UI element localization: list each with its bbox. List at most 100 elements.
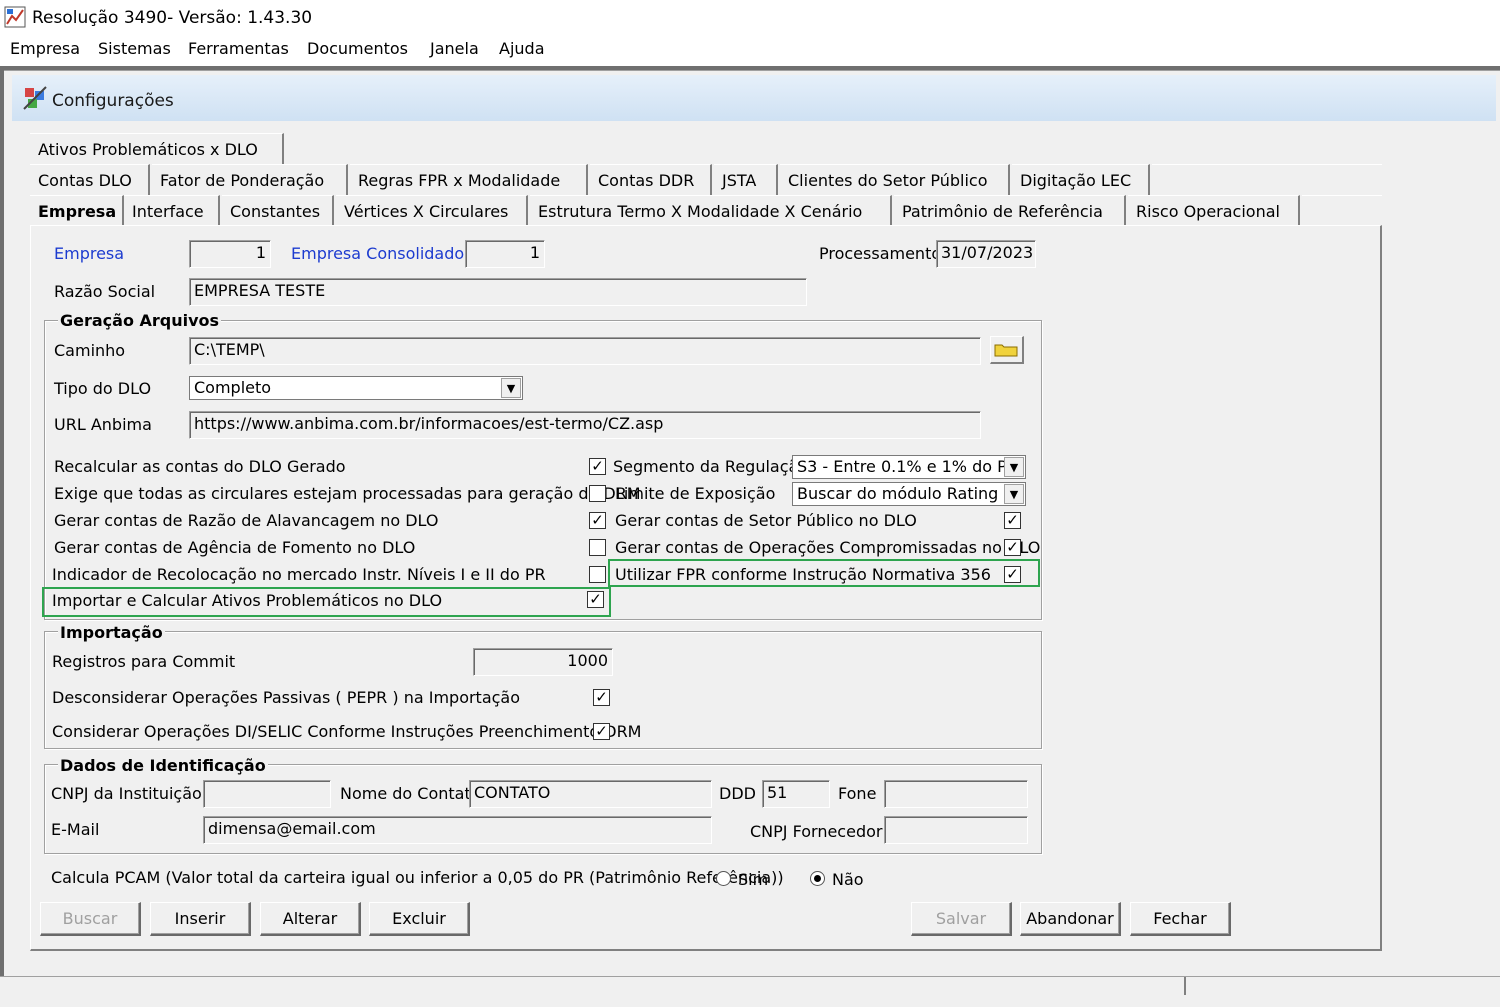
tab-contas-ddr[interactable]: Contas DDR (590, 164, 712, 195)
checkbox-recolocacao[interactable] (589, 566, 606, 583)
limite-exposicao-select[interactable]: Buscar do módulo Rating ▼ (792, 482, 1026, 506)
segmento-regulacao-value: S3 - Entre 0.1% e 1% do PIB (797, 457, 1023, 476)
email-label: E-Mail (51, 820, 100, 839)
caminho-field[interactable]: C:\TEMP\ (189, 337, 981, 365)
inserir-button[interactable]: Inserir (150, 902, 251, 936)
registros-commit-field[interactable]: 1000 (473, 648, 613, 676)
checkbox-desconsiderar-passivas[interactable]: ✓ (593, 689, 610, 706)
alterar-button[interactable]: Alterar (260, 902, 361, 936)
status-bar (0, 976, 1500, 1007)
chevron-down-icon: ▼ (1004, 484, 1024, 504)
fone-field[interactable] (884, 780, 1028, 808)
app-icon (4, 6, 26, 28)
menu-janela[interactable]: Janela (430, 39, 479, 58)
abandonar-button[interactable]: Abandonar (1020, 902, 1121, 936)
check-label-di-selic: Considerar Operações DI/SELIC Conforme I… (52, 722, 642, 741)
url-anbima-field[interactable]: https://www.anbima.com.br/informacoes/es… (189, 411, 981, 439)
tab-patrimonio-referencia[interactable]: Patrimônio de Referência (894, 195, 1126, 226)
tipo-dlo-select[interactable]: Completo ▼ (189, 376, 523, 400)
ddd-label: DDD (719, 784, 756, 803)
tipo-dlo-value: Completo (194, 378, 272, 397)
menu-sistemas[interactable]: Sistemas (98, 39, 171, 58)
tab-constantes[interactable]: Constantes (222, 195, 334, 226)
fechar-button[interactable]: Fechar (1130, 902, 1231, 936)
pcam-radio-nao[interactable] (810, 871, 825, 886)
empresa-consolidadora-field[interactable]: 1 (465, 240, 545, 268)
tab-clientes-setor-publico[interactable]: Clientes do Setor Público (780, 164, 1010, 195)
check-label-recolocacao: Indicador de Recolocação no mercado Inst… (52, 565, 546, 584)
tab-interface[interactable]: Interface (124, 195, 220, 226)
pcam-radio-sim[interactable] (716, 871, 731, 886)
check-label-exige-circulares: Exige que todas as circulares estejam pr… (54, 484, 641, 503)
browse-folder-button[interactable] (990, 336, 1024, 364)
menu-empresa[interactable]: Empresa (10, 39, 80, 58)
cnpj-fornecedor-label: CNPJ Fornecedor (750, 822, 883, 841)
empresa-consolidadora-label: Empresa Consolidadora (291, 244, 481, 263)
nome-contato-field[interactable]: CONTATO (469, 780, 712, 808)
tab-vertices-circulares[interactable]: Vértices X Circulares (336, 195, 528, 226)
razao-social-label: Razão Social (54, 282, 156, 301)
tab-regras-fpr[interactable]: Regras FPR x Modalidade (350, 164, 588, 195)
ddd-field[interactable]: 51 (762, 780, 830, 808)
menu-bar: Empresa Sistemas Ferramentas Documentos … (0, 36, 1500, 64)
settings-icon (22, 85, 48, 111)
limite-exposicao-label: Limite de Exposição (615, 484, 776, 503)
segmento-regulacao-label: Segmento da Regulação (613, 457, 809, 476)
tab-contas-dlo[interactable]: Contas DLO (30, 164, 150, 195)
check-label-operacoes-compromissadas: Gerar contas de Operações Compromissadas… (615, 538, 1041, 557)
highlight-fpr-in356 (608, 559, 1040, 587)
chevron-down-icon: ▼ (501, 378, 521, 398)
checkbox-limite-exposicao[interactable] (589, 485, 606, 502)
salvar-button[interactable]: Salvar (911, 902, 1012, 936)
empresa-field[interactable]: 1 (189, 240, 271, 268)
tab-ativos-problematicos[interactable]: Ativos Problemáticos x DLO (30, 133, 284, 164)
tab-jsta[interactable]: JSTA (714, 164, 778, 195)
check-label-razao-alavancagem: Gerar contas de Razão de Alavancagem no … (54, 511, 439, 530)
tabrow-line (1302, 195, 1382, 196)
check-label-setor-publico: Gerar contas de Setor Público no DLO (615, 511, 917, 530)
tab-risco-operacional[interactable]: Risco Operacional (1128, 195, 1300, 226)
folder-icon (994, 344, 1018, 357)
tab-estrutura-termo[interactable]: Estrutura Termo X Modalidade X Cenário (530, 195, 892, 226)
chevron-down-icon: ▼ (1004, 457, 1024, 477)
menu-ajuda[interactable]: Ajuda (499, 39, 545, 58)
registros-commit-label: Registros para Commit (52, 652, 236, 671)
fone-label: Fone (838, 784, 877, 803)
razao-social-field[interactable]: EMPRESA TESTE (189, 278, 807, 306)
child-window-title: Configurações (52, 91, 174, 111)
caminho-label: Caminho (54, 341, 126, 360)
email-field[interactable]: dimensa@email.com (203, 816, 712, 844)
checkbox-di-selic[interactable]: ✓ (593, 723, 610, 740)
segmento-regulacao-select[interactable]: S3 - Entre 0.1% e 1% do PIB ▼ (792, 455, 1026, 479)
url-anbima-label: URL Anbima (54, 415, 152, 434)
empresa-label: Empresa (54, 244, 125, 263)
check-label-agencia-fomento: Gerar contas de Agência de Fomento no DL… (54, 538, 416, 557)
processamento-field[interactable]: 31/07/2023 (936, 240, 1036, 268)
checkbox-operacoes-compromissadas[interactable]: ✓ (1004, 539, 1021, 556)
pcam-label: Calcula PCAM (Valor total da carteira ig… (51, 868, 784, 887)
cnpj-instituicao-label: CNPJ da Instituição (51, 784, 202, 803)
cnpj-instituicao-field[interactable] (203, 780, 331, 808)
importacao-title: Importação (58, 623, 165, 642)
menu-documentos[interactable]: Documentos (307, 39, 408, 58)
tab-fator-ponderacao[interactable]: Fator de Ponderação (152, 164, 348, 195)
pcam-sim-label: Sim (738, 870, 769, 889)
checkbox-setor-publico[interactable]: ✓ (1004, 512, 1021, 529)
excluir-button[interactable]: Excluir (369, 902, 470, 936)
buscar-button[interactable]: Buscar (40, 902, 141, 936)
nome-contato-label: Nome do Contato (340, 784, 481, 803)
checkbox-razao-alavancagem[interactable]: ✓ (589, 512, 606, 529)
window-title: Resolução 3490- Versão: 1.43.30 (32, 8, 313, 28)
highlight-ativos-problematicos (42, 587, 611, 617)
child-title-bar[interactable]: Configurações (12, 75, 1496, 121)
cnpj-fornecedor-field[interactable] (884, 816, 1028, 844)
tab-empresa[interactable]: Empresa (30, 195, 124, 226)
menu-ferramentas[interactable]: Ferramentas (188, 39, 289, 58)
checkbox-agencia-fomento[interactable] (589, 539, 606, 556)
tab-digitacao-lec[interactable]: Digitação LEC (1012, 164, 1150, 195)
checkbox-recalcular[interactable]: ✓ (589, 458, 606, 475)
processamento-label: Processamento (819, 244, 942, 263)
tabrow-line (1152, 164, 1382, 165)
limite-exposicao-value: Buscar do módulo Rating (797, 484, 999, 503)
geracao-arquivos-title: Geração Arquivos (58, 311, 222, 330)
